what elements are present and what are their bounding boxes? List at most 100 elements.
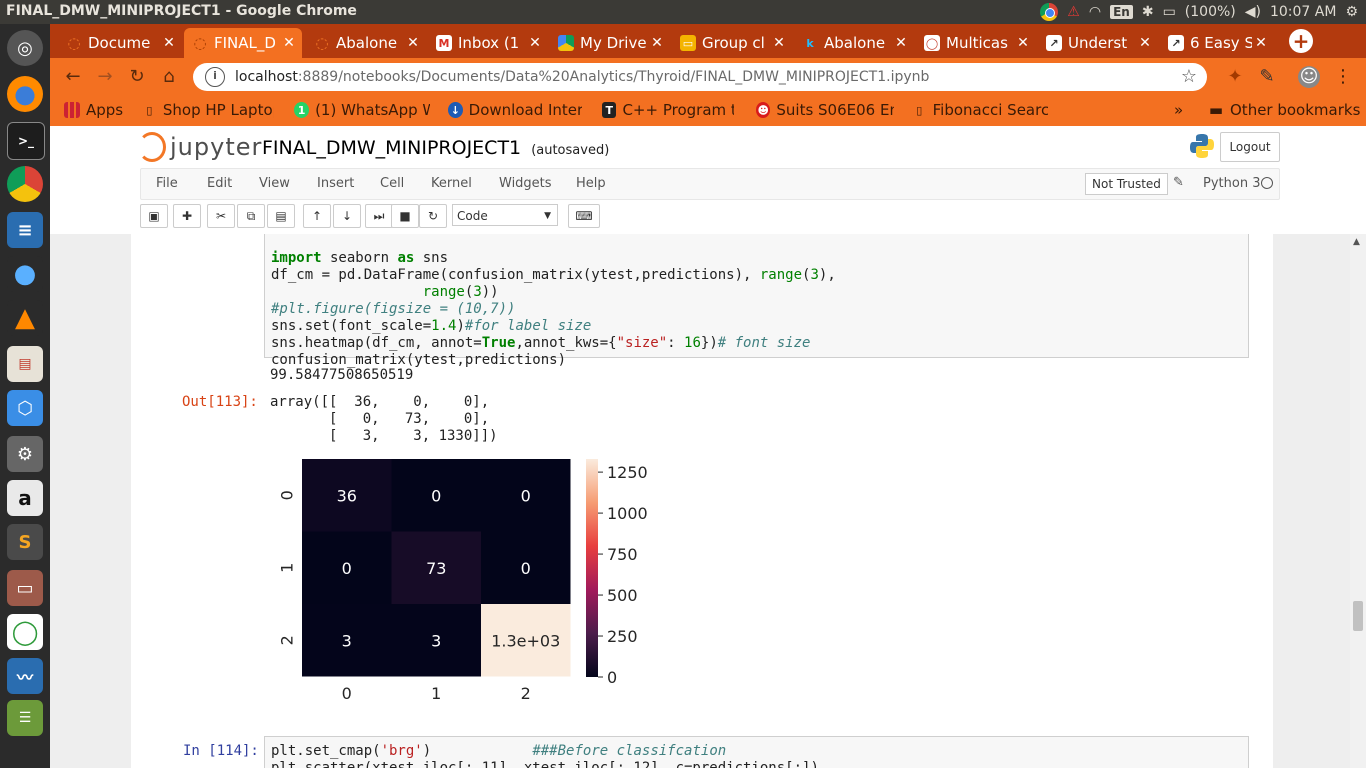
impress-icon[interactable]: ▤ [7, 346, 43, 382]
notebook-title[interactable]: FINAL_DMW_MINIPROJECT1 (autosaved) [262, 137, 609, 159]
chrome-icon[interactable] [7, 166, 43, 202]
bookmark-star-icon[interactable]: ☆ [1181, 66, 1197, 87]
tab-abalone-2[interactable]: k Abalone ✕ [794, 28, 914, 58]
move-up-button[interactable]: ↑ [303, 204, 331, 228]
extension-pen-icon[interactable]: ✎ [1256, 66, 1278, 88]
close-icon[interactable]: ✕ [404, 35, 422, 51]
close-icon[interactable]: ✕ [160, 35, 178, 51]
tab-my-drive[interactable]: My Drive ✕ [550, 28, 670, 58]
address-bar[interactable]: i localhost :8889/notebooks/Documents/Da… [193, 63, 1207, 91]
bookmark-download-internet[interactable]: ↓ Download Intern [448, 101, 582, 119]
scrollbar-thumb[interactable] [1353, 601, 1363, 631]
close-icon[interactable]: ✕ [1136, 35, 1154, 51]
menu-widgets[interactable]: Widgets [499, 176, 552, 191]
tab-6-easy-steps[interactable]: ↗ 6 Easy St ✕ [1160, 28, 1274, 58]
kernel-name[interactable]: Python 3 [1203, 176, 1260, 191]
menu-help[interactable]: Help [576, 176, 606, 191]
colorbar-tick-label: 750 [607, 545, 638, 564]
close-icon[interactable]: ✕ [1014, 35, 1032, 51]
copy-button[interactable]: ⧉ [237, 204, 265, 228]
jupyter-logo[interactable]: jupyter [138, 132, 262, 162]
scroll-up-arrow-icon[interactable]: ▲ [1353, 237, 1360, 247]
clock[interactable]: 10:07 AM [1270, 4, 1336, 20]
tab-multicast[interactable]: ◯ Multicas ✕ [916, 28, 1036, 58]
run-button[interactable]: ⏭ [365, 204, 393, 228]
chrome-indicator-icon[interactable] [1040, 3, 1059, 21]
new-tab-button[interactable]: + [1289, 29, 1313, 53]
power-gear-icon[interactable]: ⚙ [1345, 4, 1358, 20]
code-cell-113[interactable]: import seaborn as sns df_cm = pd.DataFra… [264, 234, 1249, 368]
sublime-icon[interactable]: S [7, 524, 43, 560]
monitor-icon[interactable]: 〰 [7, 658, 43, 694]
paste-button[interactable]: ▤ [267, 204, 295, 228]
circle-app-icon[interactable]: ◯ [7, 614, 43, 650]
close-icon[interactable]: ✕ [770, 35, 788, 51]
wifi-icon[interactable]: ◠ [1089, 4, 1101, 20]
move-down-button[interactable]: ↓ [333, 204, 361, 228]
close-icon[interactable]: ✕ [892, 35, 910, 51]
not-trusted-button[interactable]: Not Trusted [1085, 173, 1168, 195]
tab-abalone-1[interactable]: ◌ Abalone ✕ [306, 28, 426, 58]
menu-file[interactable]: File [156, 176, 178, 191]
extension-fox-icon[interactable]: ✦ [1224, 66, 1246, 88]
forward-arrow-icon[interactable]: → [94, 66, 116, 88]
bookmark-apps[interactable]: Apps [64, 101, 123, 119]
volume-icon[interactable]: ◀) [1245, 4, 1261, 20]
tab-final-dmw[interactable]: ◌ FINAL_D ✕ [184, 28, 302, 58]
cut-button[interactable]: ✂ [207, 204, 235, 228]
colorbar-tick-label: 500 [607, 586, 638, 605]
menu-edit[interactable]: Edit [207, 176, 232, 191]
cell-type-select[interactable]: Code ▼ [452, 204, 558, 226]
tab-group[interactable]: ▭ Group cl ✕ [672, 28, 792, 58]
firefox-icon[interactable] [7, 76, 43, 112]
insert-cell-button[interactable]: ✚ [173, 204, 201, 228]
terminal-icon[interactable]: >_ [7, 122, 45, 160]
menu-kernel[interactable]: Kernel [431, 176, 472, 191]
menu-insert[interactable]: Insert [317, 176, 354, 191]
close-icon[interactable]: ✕ [280, 35, 298, 51]
bookmark-shop-hp[interactable]: ▯ Shop HP Laptop [142, 101, 274, 119]
restart-button[interactable]: ↻ [419, 204, 447, 228]
writer-icon[interactable]: ≡ [7, 212, 43, 248]
print-output: 99.58477508650519 [270, 367, 414, 383]
bookmark-other[interactable]: ▬ Other bookmarks [1208, 101, 1361, 119]
close-icon[interactable]: ✕ [526, 35, 544, 51]
dash-icon[interactable]: ◎ [7, 30, 43, 66]
bookmark-suits[interactable]: ☻ Suits S06E06 Enc [756, 101, 894, 119]
menu-view[interactable]: View [259, 176, 290, 191]
logout-button[interactable]: Logout [1220, 132, 1280, 162]
drop-icon[interactable]: ● [7, 256, 43, 292]
settings-icon[interactable]: ⚙ [7, 436, 43, 472]
interrupt-button[interactable]: ■ [391, 204, 419, 228]
bookmark-whatsapp[interactable]: 1 (1) WhatsApp W [294, 101, 430, 119]
save-button[interactable]: ▣ [140, 204, 168, 228]
site-info-icon[interactable]: i [205, 67, 225, 87]
chrome-menu-icon[interactable]: ⋮ [1332, 66, 1354, 88]
reload-icon[interactable]: ↻ [126, 66, 148, 88]
edit-pencil-icon[interactable]: ✎ [1173, 175, 1184, 190]
close-icon[interactable]: ✕ [648, 35, 666, 51]
tab-understanding[interactable]: ↗ Underst ✕ [1038, 28, 1158, 58]
battery-icon[interactable]: ▭ [1163, 4, 1176, 20]
bookmarks-overflow-chevron[interactable]: » [1174, 101, 1183, 119]
command-palette-button[interactable]: ⌨ [568, 204, 600, 228]
vlc-icon[interactable]: ▲ [7, 300, 43, 336]
tab-inbox[interactable]: M Inbox (1 ✕ [428, 28, 548, 58]
box-icon[interactable]: ⬡ [7, 390, 43, 426]
keyboard-layout-indicator[interactable]: En [1110, 5, 1133, 19]
amazon-icon[interactable]: a [7, 480, 43, 516]
menu-cell[interactable]: Cell [380, 176, 404, 191]
close-icon[interactable]: ✕ [1252, 35, 1270, 51]
home-icon[interactable]: ⌂ [158, 66, 180, 88]
back-arrow-icon[interactable]: ← [62, 66, 84, 88]
files-icon[interactable]: ▭ [7, 570, 43, 606]
stack-icon[interactable]: ☰ [7, 700, 43, 736]
bluetooth-icon[interactable]: ✱ [1142, 4, 1154, 20]
code-cell-114[interactable]: plt.set_cmap('brg') ###Before classifcat… [264, 736, 1249, 768]
warning-icon[interactable]: ⚠ [1067, 4, 1080, 20]
profile-avatar[interactable]: ☺ [1298, 66, 1320, 88]
tab-documents[interactable]: ◌ Docume ✕ [58, 28, 182, 58]
bookmark-fibonacci[interactable]: ▯ Fibonacci Search [912, 101, 1048, 119]
page-scrollbar[interactable]: ▲ [1350, 234, 1366, 768]
bookmark-cpp-program[interactable]: T C++ Program to [602, 101, 734, 119]
